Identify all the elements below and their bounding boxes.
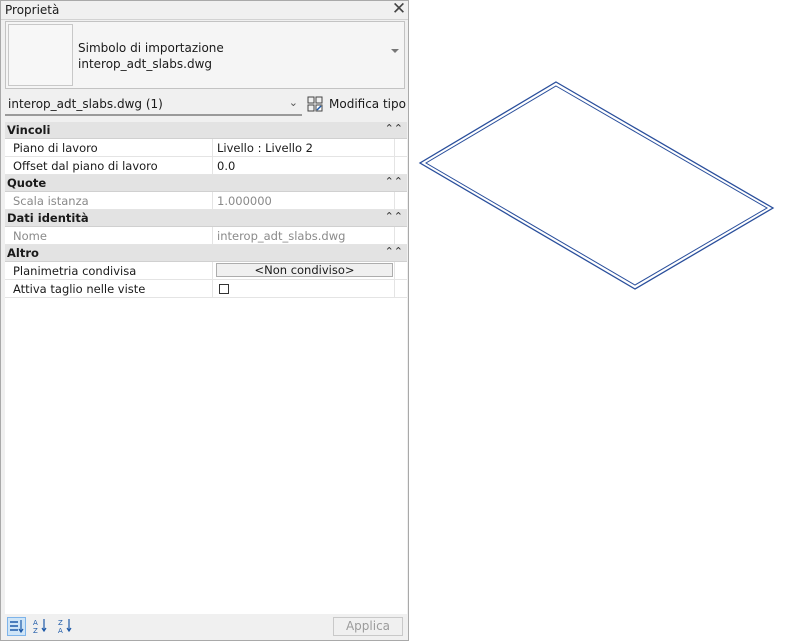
property-row[interactable]: Offset dal piano di lavoro 0.0 bbox=[5, 157, 407, 175]
drawing-viewport[interactable] bbox=[412, 0, 786, 643]
property-name: Piano di lavoro bbox=[13, 141, 98, 155]
group-label: Dati identità bbox=[7, 211, 89, 225]
property-name: Attiva taglio nelle viste bbox=[13, 282, 146, 296]
palette-footer: A Z Z A Applica bbox=[1, 614, 408, 640]
collapse-icon[interactable]: ⌃⌃ bbox=[385, 122, 403, 135]
property-value[interactable]: Livello : Livello 2 bbox=[217, 141, 313, 155]
apply-button[interactable]: Applica bbox=[333, 617, 403, 636]
properties-palette: Proprietà ✕ Simbolo di importazione inte… bbox=[0, 0, 409, 641]
palette-titlebar[interactable]: Proprietà ✕ bbox=[1, 1, 408, 20]
group-vincoli[interactable]: Vincoli ⌃⌃ bbox=[5, 122, 407, 139]
group-label: Quote bbox=[7, 176, 47, 190]
property-value: 1.000000 bbox=[217, 194, 272, 208]
edit-type-button[interactable]: Modifica tipo bbox=[307, 95, 407, 114]
close-icon[interactable]: ✕ bbox=[391, 1, 407, 18]
property-name: Planimetria condivisa bbox=[13, 264, 137, 278]
property-value: interop_adt_slabs.dwg bbox=[217, 229, 346, 243]
property-value[interactable]: 0.0 bbox=[217, 159, 235, 173]
edit-type-icon bbox=[307, 96, 323, 112]
property-row: Scala istanza 1.000000 bbox=[5, 192, 407, 210]
svg-text:A: A bbox=[33, 619, 38, 627]
property-name: Scala istanza bbox=[13, 194, 89, 208]
group-label: Altro bbox=[7, 246, 39, 260]
instance-row: interop_adt_slabs.dwg (1) ⌄ Modifica tip… bbox=[5, 95, 407, 116]
type-family-name: Simbolo di importazione bbox=[78, 41, 224, 55]
property-row[interactable]: Planimetria condivisa <Non condiviso> bbox=[5, 262, 407, 280]
instance-filter-label: interop_adt_slabs.dwg (1) bbox=[8, 97, 163, 111]
svg-text:A: A bbox=[58, 627, 63, 634]
cut-in-views-checkbox[interactable] bbox=[219, 284, 229, 294]
type-name: interop_adt_slabs.dwg bbox=[78, 57, 213, 71]
sort-descending-icon[interactable]: Z A bbox=[57, 617, 76, 636]
shared-site-button[interactable]: <Non condiviso> bbox=[216, 263, 393, 277]
sort-ascending-icon[interactable]: A Z bbox=[32, 617, 51, 636]
slab-outline-outer[interactable] bbox=[418, 81, 775, 290]
group-label: Vincoli bbox=[7, 123, 51, 137]
chevron-down-icon[interactable]: ⌄ bbox=[289, 96, 298, 109]
type-selector[interactable]: Simbolo di importazione interop_adt_slab… bbox=[5, 21, 405, 89]
dropdown-arrow-icon[interactable] bbox=[391, 49, 399, 53]
slab-outline-inner bbox=[425, 85, 768, 286]
properties-grid: Vincoli ⌃⌃ Piano di lavoro Livello : Liv… bbox=[5, 122, 407, 616]
property-name: Nome bbox=[13, 229, 47, 243]
group-dati-identita[interactable]: Dati identità ⌃⌃ bbox=[5, 210, 407, 227]
group-altro[interactable]: Altro ⌃⌃ bbox=[5, 245, 407, 262]
property-row: Nome interop_adt_slabs.dwg bbox=[5, 227, 407, 245]
group-quote[interactable]: Quote ⌃⌃ bbox=[5, 175, 407, 192]
instance-filter-dropdown[interactable]: interop_adt_slabs.dwg (1) ⌄ bbox=[5, 95, 302, 116]
collapse-icon[interactable]: ⌃⌃ bbox=[385, 210, 403, 223]
collapse-icon[interactable]: ⌃⌃ bbox=[385, 245, 403, 258]
property-row[interactable]: Attiva taglio nelle viste bbox=[5, 280, 407, 298]
svg-text:Z: Z bbox=[58, 619, 63, 627]
edit-type-label: Modifica tipo bbox=[329, 97, 406, 111]
svg-text:Z: Z bbox=[33, 627, 38, 634]
collapse-icon[interactable]: ⌃⌃ bbox=[385, 175, 403, 188]
property-row[interactable]: Piano di lavoro Livello : Livello 2 bbox=[5, 139, 407, 157]
type-preview-thumbnail bbox=[8, 24, 73, 86]
property-name: Offset dal piano di lavoro bbox=[13, 159, 158, 173]
palette-title: Proprietà bbox=[5, 3, 60, 17]
categorize-icon[interactable] bbox=[7, 617, 26, 636]
